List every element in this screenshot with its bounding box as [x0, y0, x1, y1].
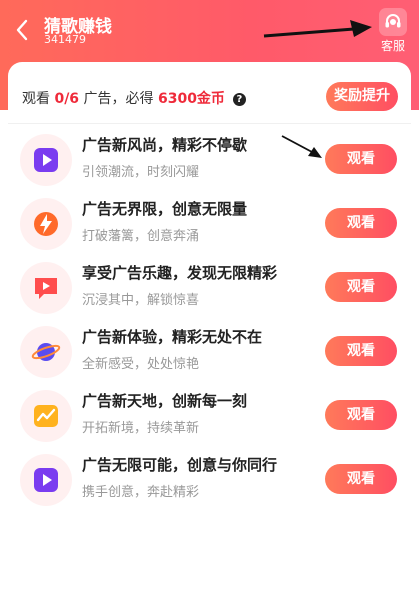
reward-amount: 6300金币 [157, 91, 225, 107]
play-icon [20, 454, 72, 506]
task-title: 广告新体验，精彩无处不在 [82, 328, 263, 346]
divider [8, 123, 411, 124]
task-row: 享受广告乐趣，发现无限精彩 沉浸其中，解锁惊喜 观看 [8, 260, 411, 324]
chart-icon [20, 390, 72, 442]
customer-service-button[interactable]: 客服 [373, 8, 413, 53]
task-title: 广告新风尚，精彩不停歇 [82, 136, 248, 154]
lightning-icon [20, 198, 72, 250]
customer-service-label: 客服 [380, 39, 405, 53]
reward-summary: 观看 0/6 广告，必得 6300金币? [22, 88, 246, 108]
task-row: 广告无限可能，创意与你同行 携手创意，奔赴精彩 观看 [8, 452, 411, 516]
task-title: 广告无界限，创意无限量 [82, 200, 248, 218]
chevron-left-icon [16, 19, 28, 41]
progress-count: 0/6 [54, 91, 80, 107]
question-icon[interactable]: ? [232, 93, 246, 106]
watch-button[interactable]: 观看 [325, 144, 397, 174]
task-row: 广告新天地，创新每一刻 开拓新境，持续革新 观看 [8, 388, 411, 452]
watch-button[interactable]: 观看 [325, 272, 397, 302]
video-message-icon [20, 262, 72, 314]
task-title: 享受广告乐趣，发现无限精彩 [82, 264, 278, 282]
task-subtitle: 开拓新境，持续革新 [82, 421, 200, 436]
task-row: 广告新体验，精彩无处不在 全新感受，处处惊艳 观看 [8, 324, 411, 388]
watch-button[interactable]: 观看 [325, 400, 397, 430]
page-subtitle: 341479 [44, 33, 86, 46]
task-title: 广告无限可能，创意与你同行 [82, 456, 278, 474]
task-row: 广告新风尚，精彩不停歇 引领潮流，时刻闪耀 观看 [8, 132, 411, 196]
reward-boost-button[interactable]: 奖励提升 [326, 82, 398, 111]
task-row: 广告无界限，创意无限量 打破藩篱，创意奔涌 观看 [8, 196, 411, 260]
play-icon [20, 134, 72, 186]
summary-middle: 广告，必得 [79, 91, 158, 107]
planet-icon [20, 326, 72, 378]
back-button[interactable] [10, 16, 34, 44]
task-subtitle: 全新感受，处处惊艳 [82, 357, 200, 372]
task-subtitle: 打破藩篱，创意奔涌 [82, 229, 200, 244]
task-subtitle: 引领潮流，时刻闪耀 [82, 165, 200, 180]
watch-button[interactable]: 观看 [325, 208, 397, 238]
task-card: 观看 0/6 广告，必得 6300金币? 奖励提升 广告新风尚，精彩不停歇 引领… [8, 62, 411, 612]
watch-button[interactable]: 观看 [325, 464, 397, 494]
task-subtitle: 携手创意，奔赴精彩 [82, 485, 200, 500]
headset-icon [379, 8, 407, 36]
task-subtitle: 沉浸其中，解锁惊喜 [82, 293, 200, 308]
watch-button[interactable]: 观看 [325, 336, 397, 366]
annotation-arrow [281, 135, 322, 158]
task-title: 广告新天地，创新每一刻 [82, 392, 248, 410]
annotation-arrow [263, 20, 372, 38]
summary-prefix: 观看 [22, 91, 55, 107]
